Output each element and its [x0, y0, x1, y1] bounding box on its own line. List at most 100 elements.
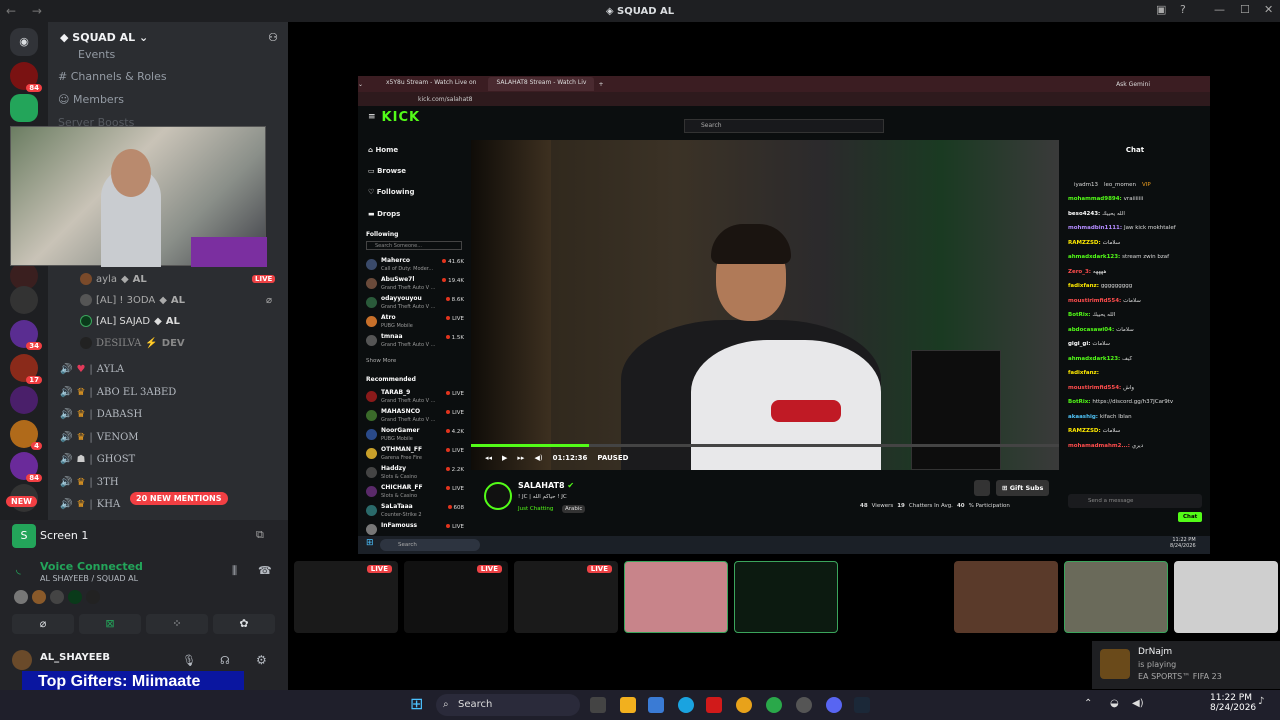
- new-mentions-pill[interactable]: 20 NEW MENTIONS: [130, 492, 228, 505]
- chat-username[interactable]: ahmadxdark123:: [1068, 356, 1122, 362]
- voice-channel[interactable]: 🔊 ♛ | 3TH: [60, 477, 119, 488]
- channel-row[interactable]: TARAB_9 Grand Theft Auto V ... LIVE: [366, 389, 464, 407]
- stream-thumbnail[interactable]: [1174, 561, 1278, 633]
- file-explorer-icon[interactable]: [620, 697, 636, 713]
- server-icon[interactable]: 17: [10, 354, 42, 384]
- chat-username[interactable]: akaashig:: [1068, 414, 1100, 420]
- minimize-icon[interactable]: —: [1214, 3, 1225, 16]
- stream-video[interactable]: ◂◂ ▶ ▸▸ ◀) 01:12:36 PAUSED: [471, 140, 1059, 470]
- chat-username[interactable]: mohammad9894:: [1068, 196, 1124, 202]
- kick-search-input[interactable]: Search: [684, 119, 884, 133]
- chat-send-button[interactable]: Chat: [1178, 512, 1203, 522]
- chat-message[interactable]: mohamadmahm2...: ديري: [1068, 443, 1208, 449]
- chrome-icon[interactable]: [736, 697, 752, 713]
- disconnect-icon[interactable]: ☎: [258, 564, 272, 577]
- close-icon[interactable]: ✕: [1264, 3, 1273, 16]
- chat-message[interactable]: mohammad9894: vraiiiiiii: [1068, 196, 1208, 202]
- soundboard-icon[interactable]: ⫼: [232, 564, 237, 578]
- kick-logo[interactable]: KICK: [382, 110, 421, 125]
- sidebar-item-channels[interactable]: # Channels & Roles: [58, 70, 167, 83]
- windows-start-icon[interactable]: ⊞: [366, 538, 374, 548]
- top-chatter[interactable]: iyadm13: [1074, 182, 1098, 188]
- chat-message[interactable]: moustirimfid554: سلامات: [1068, 298, 1208, 304]
- chat-message[interactable]: fadixfanz:: [1068, 370, 1208, 376]
- menu-icon[interactable]: ≡: [368, 112, 376, 122]
- add-member-icon[interactable]: ⚇: [268, 31, 278, 44]
- server-icon[interactable]: 34: [10, 320, 42, 350]
- camera-off-button[interactable]: ⌀: [12, 614, 74, 634]
- channel-row[interactable]: odayyouyou Grand Theft Auto V ... 8.6K: [366, 295, 464, 313]
- voice-location[interactable]: AL SHAYEEB / SQUAD AL: [40, 574, 138, 583]
- chat-message[interactable]: RAMZZSD: سلامات: [1068, 428, 1208, 434]
- chat-username[interactable]: gigi_gi:: [1068, 341, 1092, 347]
- clip-button[interactable]: [974, 480, 990, 496]
- tab-menu-icon[interactable]: ⌄: [358, 81, 378, 88]
- voice-user[interactable]: DESILVA ⚡ DEV: [80, 337, 185, 349]
- voice-user[interactable]: ayla ◆ AL LIVE: [80, 273, 276, 285]
- nav-drops[interactable]: ▬ Drops: [368, 210, 400, 218]
- soundboard-button[interactable]: ✿: [213, 614, 275, 634]
- url-bar[interactable]: kick.com/salahat8: [358, 92, 1210, 106]
- volume-icon[interactable]: ◀): [1132, 698, 1144, 709]
- sidebar-item-events[interactable]: Events: [78, 48, 115, 61]
- inbox-icon[interactable]: ▣: [1156, 3, 1166, 16]
- chat-message[interactable]: gigi_gi: سلامات: [1068, 341, 1208, 347]
- voice-channel[interactable]: 🔊 ♥ | AYLA: [60, 364, 124, 375]
- wifi-icon[interactable]: ◒: [1110, 698, 1119, 709]
- avatar[interactable]: [14, 590, 28, 604]
- channel-row[interactable]: OTHMAN_FF Garena Free Fire LIVE: [366, 446, 464, 464]
- nav-following[interactable]: ♡ Following: [368, 188, 415, 196]
- stream-thumbnail[interactable]: LIVE: [514, 561, 618, 633]
- channel-row[interactable]: Haddzy Slots & Casino 2.2K: [366, 465, 464, 483]
- chat-username[interactable]: mohmadbin1111:: [1068, 225, 1124, 231]
- server-icon[interactable]: 4: [10, 420, 42, 450]
- play-icon[interactable]: ▶: [502, 454, 507, 462]
- voice-channel[interactable]: 🔊 ♛ | VENOM: [60, 432, 139, 443]
- browser-tab[interactable]: SALAHAT8 Stream - Watch Liv: [488, 77, 595, 91]
- chat-message[interactable]: BotRix: الله يحييك: [1068, 312, 1208, 318]
- nav-browse[interactable]: ▭ Browse: [368, 167, 406, 175]
- chat-username[interactable]: BotRix:: [1068, 399, 1092, 405]
- stream-category[interactable]: Just Chatting: [518, 506, 553, 512]
- channel-row[interactable]: SaLaTaaa Counter-Strike 2 608: [366, 503, 464, 521]
- notification-bell-icon[interactable]: ♪: [1258, 696, 1264, 707]
- channel-row[interactable]: CHICHAR_FF Slots & Casino LIVE: [366, 484, 464, 502]
- stream-thumbnail[interactable]: [844, 561, 948, 633]
- chat-message[interactable]: ahmadxdark123: stream zwin bzaf: [1068, 254, 1208, 260]
- server-icon[interactable]: [10, 286, 38, 314]
- maximize-icon[interactable]: ☐: [1240, 3, 1250, 16]
- voice-status[interactable]: Voice Connected: [40, 560, 143, 573]
- taskbar-search[interactable]: ⌕ Search: [436, 694, 580, 716]
- forward-icon[interactable]: ▸▸: [517, 454, 524, 462]
- activities-button[interactable]: ⁘: [146, 614, 208, 634]
- chrome-beta-icon[interactable]: [766, 697, 782, 713]
- gift-subs-button[interactable]: ⊞ Gift Subs: [996, 480, 1050, 496]
- discord-icon[interactable]: [826, 697, 842, 713]
- chat-username[interactable]: RAMZZSD:: [1068, 240, 1103, 246]
- chat-message[interactable]: Zero_3: ههههه: [1068, 269, 1208, 275]
- chat-message[interactable]: moustirimfid554: واش: [1068, 385, 1208, 391]
- stream-thumbnail[interactable]: LIVE: [294, 561, 398, 633]
- avatar[interactable]: [86, 590, 100, 604]
- chat-username[interactable]: Zero_3:: [1068, 269, 1093, 275]
- volume-icon[interactable]: ◀): [534, 454, 542, 462]
- chat-input[interactable]: Send a message: [1068, 494, 1202, 508]
- ask-gemini-button[interactable]: Ask Gemini: [1116, 81, 1150, 88]
- user-avatar[interactable]: [12, 650, 32, 670]
- popout-icon[interactable]: ⧉: [256, 528, 264, 542]
- progress-track[interactable]: [471, 444, 1059, 447]
- chat-message[interactable]: mohmadbin1111: Jaw kick mokhtalef: [1068, 225, 1208, 231]
- channel-row[interactable]: NoorGamer PUBG Mobile 4.2K: [366, 427, 464, 445]
- chat-message[interactable]: beso4243: الله يحييك: [1068, 211, 1208, 217]
- server-icon[interactable]: [10, 386, 38, 414]
- chat-username[interactable]: abdocasawi04:: [1068, 327, 1116, 333]
- share-screen-button[interactable]: ⊠: [79, 614, 141, 634]
- windows-start-icon[interactable]: ⊞: [410, 694, 423, 713]
- settings-gear-icon[interactable]: ⚙: [256, 653, 267, 667]
- stream-thumbnail[interactable]: [954, 561, 1058, 633]
- steam-icon[interactable]: [854, 697, 870, 713]
- server-icon[interactable]: 84: [10, 62, 42, 92]
- chat-message[interactable]: fadixfanz: ggggggggg: [1068, 283, 1208, 289]
- taskbar-search[interactable]: Search: [380, 539, 480, 551]
- nav-home[interactable]: ⌂ Home: [368, 146, 398, 154]
